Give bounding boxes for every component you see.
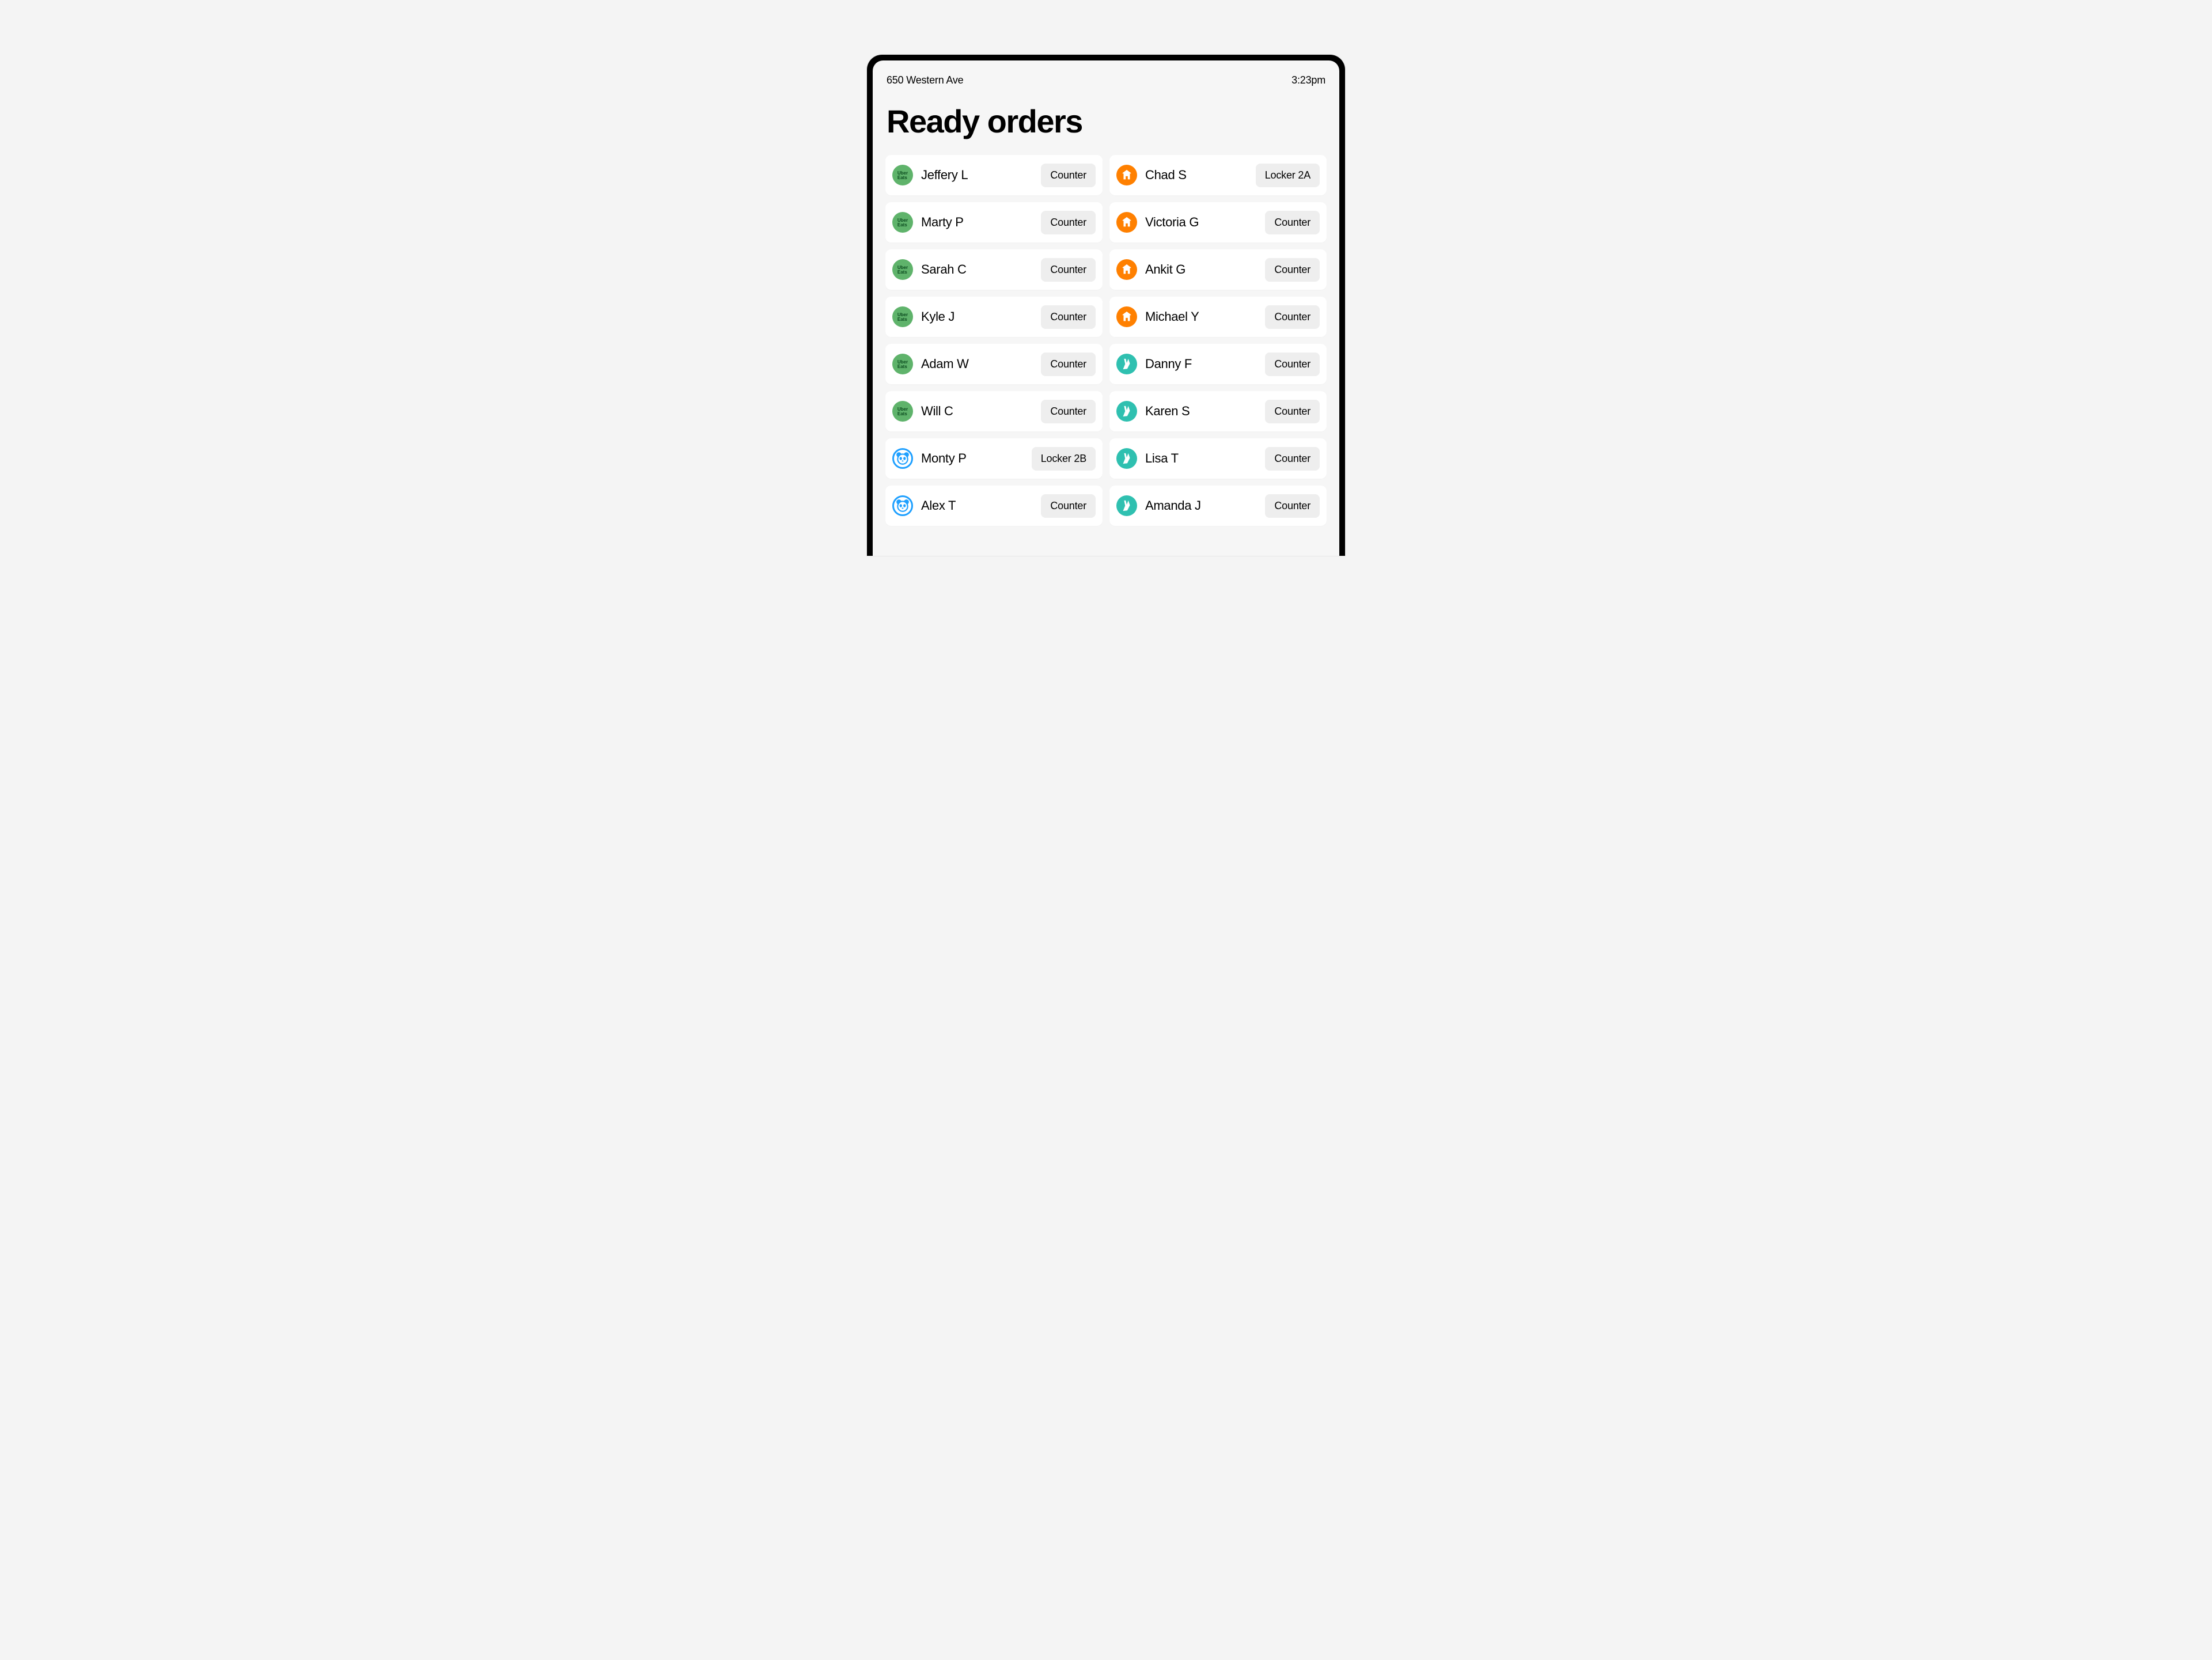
uber-eats-icon: UberEats [892,306,913,327]
deliveroo-icon [1116,448,1137,469]
pickup-location-badge: Counter [1041,305,1096,329]
customer-name: Chad S [1145,168,1256,183]
pickup-location-badge: Locker 2B [1032,447,1096,471]
just-eat-icon [1116,212,1137,233]
order-card[interactable]: UberEats Will CCounter [885,391,1103,431]
uber-eats-icon: UberEats [892,165,913,185]
order-card[interactable]: Chad SLocker 2A [1109,155,1327,195]
pickup-location-badge: Counter [1265,447,1320,471]
deliveroo-icon [1116,401,1137,422]
customer-name: Amanda J [1145,498,1265,513]
order-card[interactable]: UberEats Adam WCounter [885,344,1103,384]
customer-name: Monty P [921,451,1032,466]
hungrypanda-icon [892,448,913,469]
order-card[interactable]: Alex TCounter [885,486,1103,526]
order-card[interactable]: Danny FCounter [1109,344,1327,384]
pickup-location-badge: Counter [1041,494,1096,518]
pickup-location-badge: Counter [1265,211,1320,234]
pickup-location-badge: Locker 2A [1256,164,1320,187]
status-bar: 650 Western Ave 3:23pm [885,74,1327,86]
customer-name: Marty P [921,215,1041,230]
pickup-location-badge: Counter [1041,400,1096,423]
tablet-screen: 650 Western Ave 3:23pm Ready orders Uber… [873,60,1339,556]
orders-grid: UberEats Jeffery LCounter Chad SLocker 2… [885,155,1327,526]
customer-name: Karen S [1145,404,1265,419]
deliveroo-icon [1116,354,1137,374]
time-text: 3:23pm [1291,74,1325,86]
uber-eats-icon: UberEats [892,259,913,280]
uber-eats-icon: UberEats [892,354,913,374]
order-card[interactable]: Michael YCounter [1109,297,1327,337]
customer-name: Alex T [921,498,1041,513]
just-eat-icon [1116,259,1137,280]
customer-name: Victoria G [1145,215,1265,230]
order-card[interactable]: UberEats Jeffery LCounter [885,155,1103,195]
order-card[interactable]: UberEats Kyle JCounter [885,297,1103,337]
just-eat-icon [1116,306,1137,327]
customer-name: Lisa T [1145,451,1265,466]
just-eat-icon [1116,165,1137,185]
hungrypanda-icon [892,495,913,516]
pickup-location-badge: Counter [1265,258,1320,282]
pickup-location-badge: Counter [1265,305,1320,329]
pickup-location-badge: Counter [1265,400,1320,423]
customer-name: Michael Y [1145,309,1265,324]
pickup-location-badge: Counter [1265,494,1320,518]
tablet-frame: 650 Western Ave 3:23pm Ready orders Uber… [867,55,1345,556]
location-text: 650 Western Ave [887,74,963,86]
customer-name: Danny F [1145,357,1265,372]
customer-name: Will C [921,404,1041,419]
order-card[interactable]: UberEats Sarah CCounter [885,249,1103,290]
pickup-location-badge: Counter [1041,353,1096,376]
uber-eats-icon: UberEats [892,212,913,233]
customer-name: Kyle J [921,309,1041,324]
order-card[interactable]: Amanda JCounter [1109,486,1327,526]
customer-name: Jeffery L [921,168,1041,183]
pickup-location-badge: Counter [1041,211,1096,234]
order-card[interactable]: Monty PLocker 2B [885,438,1103,479]
pickup-location-badge: Counter [1265,353,1320,376]
uber-eats-icon: UberEats [892,401,913,422]
pickup-location-badge: Counter [1041,164,1096,187]
order-card[interactable]: Karen SCounter [1109,391,1327,431]
page-title: Ready orders [885,103,1327,140]
customer-name: Sarah C [921,262,1041,277]
deliveroo-icon [1116,495,1137,516]
order-card[interactable]: UberEats Marty PCounter [885,202,1103,242]
pickup-location-badge: Counter [1041,258,1096,282]
customer-name: Adam W [921,357,1041,372]
order-card[interactable]: Victoria GCounter [1109,202,1327,242]
order-card[interactable]: Ankit GCounter [1109,249,1327,290]
order-card[interactable]: Lisa TCounter [1109,438,1327,479]
customer-name: Ankit G [1145,262,1265,277]
